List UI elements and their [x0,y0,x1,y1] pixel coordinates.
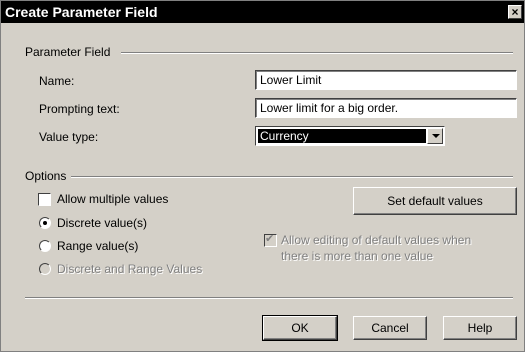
cancel-label: Cancel [371,321,409,335]
range-radio[interactable] [39,240,51,252]
prompting-text-label: Prompting text: [39,102,120,116]
discrete-and-range-radio [39,263,51,275]
bottom-divider [25,297,513,299]
cancel-button[interactable]: Cancel [353,316,427,340]
value-type-selected: Currency [258,129,426,143]
title-bar: Create Parameter Field × [1,1,524,23]
allow-multiple-label: Allow multiple values [57,192,169,206]
range-label: Range value(s) [57,239,139,253]
chevron-down-icon[interactable] [427,128,443,144]
allow-editing-checkbox [264,232,277,247]
set-default-values-button[interactable]: Set default values [353,187,517,215]
set-default-values-label: Set default values [387,194,483,208]
allow-multiple-checkbox[interactable] [38,193,51,206]
options-divider [71,176,513,178]
help-button[interactable]: Help [443,316,517,340]
ok-label: OK [291,321,309,335]
parameter-field-divider [121,52,513,54]
allow-editing-label-line2: there is more than one value [281,249,434,263]
discrete-and-range-label: Discrete and Range Values [57,262,203,276]
dialog-title: Create Parameter Field [5,4,158,20]
prompting-text-field[interactable] [255,98,517,118]
create-parameter-field-dialog: Create Parameter Field × Parameter Field… [0,0,525,352]
name-field[interactable] [255,70,517,90]
close-icon[interactable]: × [508,5,522,19]
name-label: Name: [39,74,75,88]
allow-editing-label-line1: Allow editing of default values when [281,233,472,247]
value-type-label: Value type: [39,130,99,144]
value-type-select[interactable]: Currency [255,126,445,146]
discrete-label: Discrete value(s) [57,216,148,230]
help-label: Help [467,321,493,335]
ok-button[interactable]: OK [262,315,338,341]
discrete-radio[interactable] [39,217,51,229]
options-group-label: Options [25,169,67,183]
parameter-field-group-label: Parameter Field [25,45,111,59]
